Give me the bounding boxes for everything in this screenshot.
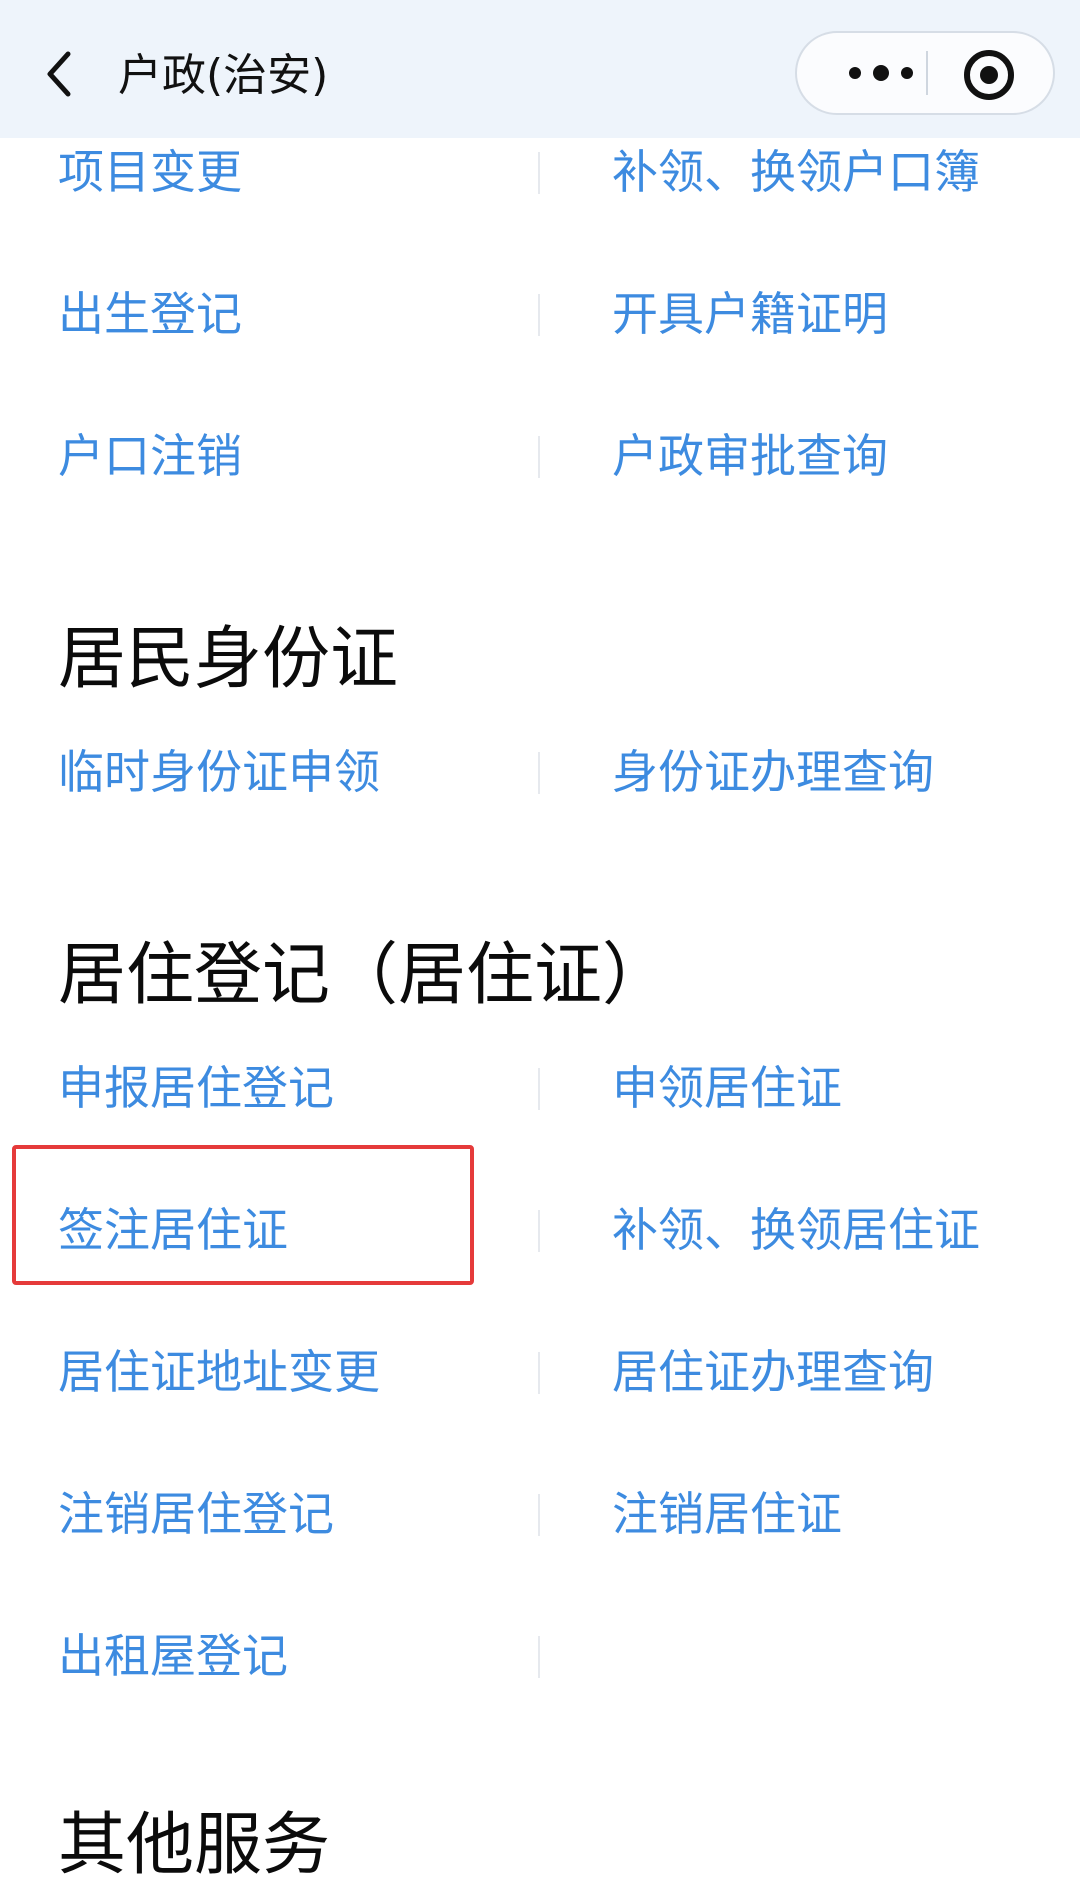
section-title-residence: 居住登记（居住证）	[58, 936, 671, 1015]
highlight-box	[12, 1145, 474, 1285]
service-list: 项目变更 补领、换领户口簿 出生登记 开具户籍证明 户口注销 户政审批查询 居民…	[0, 138, 1080, 1885]
column-separator	[538, 1210, 540, 1252]
column-separator	[538, 436, 540, 478]
capsule-divider	[926, 51, 928, 95]
column-separator	[538, 1636, 540, 1678]
service-link-birth-registration[interactable]: 出生登记	[58, 284, 242, 344]
service-link-temp-id-card[interactable]: 临时身份证申领	[58, 742, 380, 802]
service-link-id-card-query[interactable]: 身份证办理查询	[612, 742, 934, 802]
service-link-household-certificate[interactable]: 开具户籍证明	[612, 284, 888, 344]
column-separator	[538, 294, 540, 336]
more-dots-icon[interactable]	[833, 33, 929, 113]
mini-program-capsule	[795, 31, 1055, 115]
section-title-other-services: 其他服务	[58, 1806, 331, 1885]
back-chevron-icon[interactable]	[40, 48, 80, 100]
service-link-residence-address-change[interactable]: 居住证地址变更	[58, 1342, 380, 1402]
service-link-residence-permit-query[interactable]: 居住证办理查询	[612, 1342, 934, 1402]
page-title: 户政(治安)	[118, 50, 329, 101]
service-link-rental-registration[interactable]: 出租屋登记	[58, 1626, 288, 1686]
service-link-declare-residence[interactable]: 申报居住登记	[58, 1058, 334, 1118]
column-separator	[538, 152, 540, 194]
service-link-hukou-cancellation[interactable]: 户口注销	[58, 426, 242, 486]
record-circle-icon[interactable]	[961, 47, 1017, 103]
service-link-apply-residence-permit[interactable]: 申领居住证	[612, 1058, 842, 1118]
top-nav-bar: 户政(治安)	[0, 0, 1080, 138]
service-link-reissue-residence-permit[interactable]: 补领、换领居住证	[612, 1200, 980, 1260]
service-link-cancel-residence-permit[interactable]: 注销居住证	[612, 1484, 842, 1544]
service-link-cancel-residence-registration[interactable]: 注销居住登记	[58, 1484, 334, 1544]
column-separator	[538, 1068, 540, 1110]
column-separator	[538, 1494, 540, 1536]
service-link-reissue-hukou-book[interactable]: 补领、换领户口簿	[612, 142, 980, 202]
section-title-id-card: 居民身份证	[58, 620, 399, 699]
service-link-project-change[interactable]: 项目变更	[58, 142, 242, 202]
service-link-approval-query[interactable]: 户政审批查询	[612, 426, 888, 486]
column-separator	[538, 1352, 540, 1394]
column-separator	[538, 752, 540, 794]
